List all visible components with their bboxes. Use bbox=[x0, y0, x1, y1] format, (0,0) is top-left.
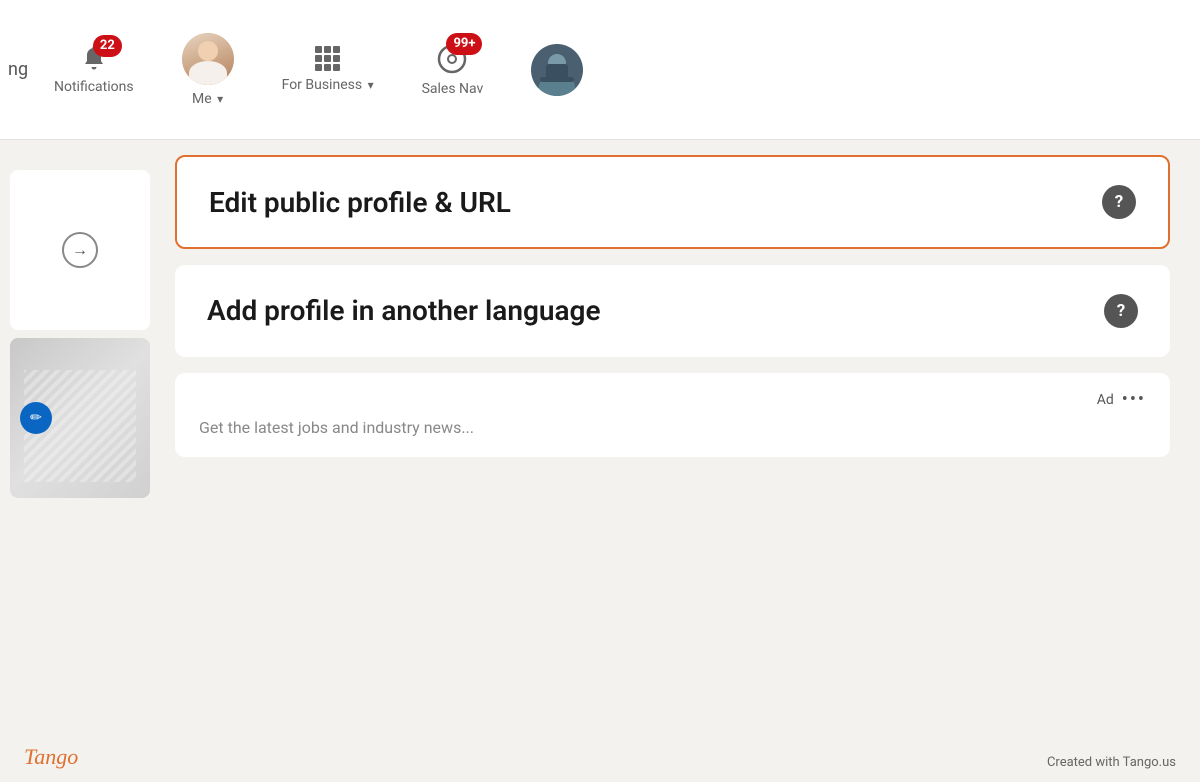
add-language-title: Add profile in another language bbox=[207, 293, 601, 329]
grid-dot-8 bbox=[324, 64, 331, 71]
add-language-row: Add profile in another language ? bbox=[207, 293, 1138, 329]
for-business-chevron-icon: ▾ bbox=[368, 78, 374, 92]
me-chevron-icon: ▾ bbox=[217, 92, 223, 106]
me-avatar-wrap bbox=[182, 33, 234, 85]
hat-icon bbox=[540, 66, 574, 82]
edit-profile-row: Edit public profile & URL ? bbox=[209, 185, 1136, 219]
grid-dot-9 bbox=[333, 64, 340, 71]
user-profile-nav-item[interactable] bbox=[507, 0, 607, 139]
left-card-image: ✏ bbox=[10, 338, 150, 498]
created-with-text: Created with Tango.us bbox=[1047, 755, 1176, 770]
edit-profile-card[interactable]: Edit public profile & URL ? bbox=[175, 155, 1170, 249]
me-label: Me ▾ bbox=[192, 91, 223, 107]
me-avatar-image bbox=[182, 33, 234, 85]
tango-logo: Tango bbox=[24, 744, 78, 769]
right-cards-area: Edit public profile & URL ? Add profile … bbox=[175, 155, 1170, 457]
notifications-icon-wrap: 22 bbox=[80, 45, 108, 73]
add-language-help-icon[interactable]: ? bbox=[1104, 294, 1138, 328]
tango-brand: Tango bbox=[24, 744, 78, 770]
for-business-nav-item[interactable]: For Business ▾ bbox=[258, 0, 398, 139]
left-card-arrow: → bbox=[10, 170, 150, 330]
ad-label: Ad bbox=[1097, 392, 1114, 408]
add-language-card[interactable]: Add profile in another language ? bbox=[175, 265, 1170, 357]
ad-header: Ad ••• bbox=[199, 389, 1146, 410]
left-panel: → ✏ bbox=[0, 140, 160, 782]
arrow-button[interactable]: → bbox=[62, 232, 98, 268]
sales-nav-label: Sales Nav bbox=[422, 81, 484, 97]
grid-dot-1 bbox=[315, 46, 322, 53]
user-avatar bbox=[531, 44, 583, 96]
edit-profile-title: Edit public profile & URL bbox=[209, 186, 511, 219]
sales-nav-badge: 99+ bbox=[446, 33, 482, 55]
sales-nav-icon-wrap: 99+ bbox=[436, 43, 468, 75]
notifications-badge: 22 bbox=[93, 35, 122, 57]
hat-top bbox=[546, 64, 568, 78]
ad-text-partial: Get the latest jobs and industry news... bbox=[199, 418, 1146, 437]
me-text: Me bbox=[192, 91, 212, 107]
sales-nav-item[interactable]: 99+ Sales Nav bbox=[398, 0, 508, 139]
grid-dot-4 bbox=[315, 55, 322, 62]
grid-icon bbox=[315, 46, 340, 71]
me-nav-item[interactable]: Me ▾ bbox=[158, 0, 258, 139]
created-with: Created with Tango.us bbox=[1047, 755, 1176, 770]
me-avatar bbox=[182, 33, 234, 85]
grid-dot-7 bbox=[315, 64, 322, 71]
grid-dot-6 bbox=[333, 55, 340, 62]
edit-profile-help-icon[interactable]: ? bbox=[1102, 185, 1136, 219]
notifications-label: Notifications bbox=[54, 79, 134, 95]
grid-dot-3 bbox=[333, 46, 340, 53]
partial-nav-text: ng bbox=[0, 59, 20, 80]
dots-menu-icon[interactable]: ••• bbox=[1122, 389, 1146, 410]
notifications-nav-item[interactable]: 22 Notifications bbox=[30, 0, 158, 139]
for-business-label: For Business ▾ bbox=[282, 77, 374, 93]
edit-icon[interactable]: ✏ bbox=[20, 402, 52, 434]
for-business-icon-wrap bbox=[315, 46, 340, 71]
grid-dot-5 bbox=[324, 55, 331, 62]
nav-items: 22 Notifications Me ▾ bbox=[30, 0, 607, 139]
user-avatar-wrap bbox=[531, 44, 583, 96]
navbar: ng 22 Notifications Me bbox=[0, 0, 1200, 140]
ad-card: Ad ••• Get the latest jobs and industry … bbox=[175, 373, 1170, 457]
for-business-text: For Business bbox=[282, 77, 362, 93]
grid-dot-2 bbox=[324, 46, 331, 53]
